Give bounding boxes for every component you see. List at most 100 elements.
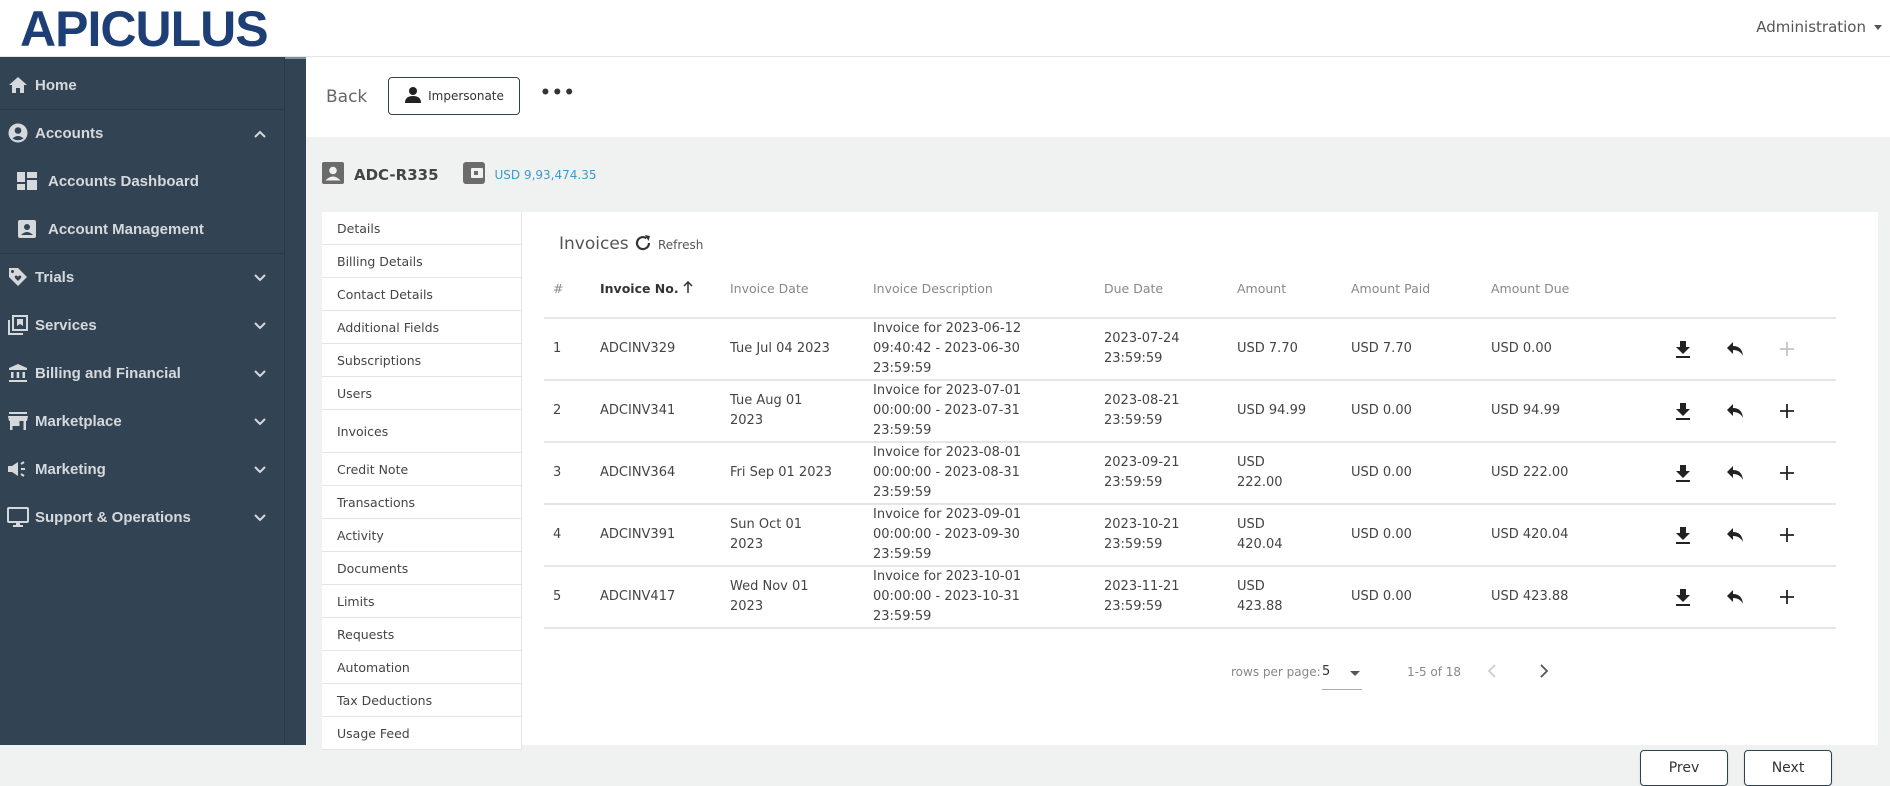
more-options-button[interactable]: ••• [540, 83, 576, 103]
subnav-item-tax-deductions[interactable]: Tax Deductions [322, 684, 521, 717]
download-icon[interactable] [1657, 340, 1709, 358]
amount-due: USD 420.04 [1491, 504, 1631, 567]
sort-ascending-icon [683, 280, 693, 296]
back-link[interactable]: Back [326, 87, 367, 107]
column-header-amount-due[interactable]: Amount Due [1491, 260, 1631, 319]
row-actions [1631, 318, 1836, 381]
home-icon [7, 74, 29, 96]
pagination: rows per page: 5 1-5 of 18 [522, 660, 1878, 690]
sidebar-item-accounts-dashboard[interactable]: Accounts Dashboard [0, 157, 284, 205]
sidebar-item-billing-and-financial[interactable]: Billing and Financial [0, 349, 284, 397]
invoice-date: Sun Oct 01 2023 [730, 504, 873, 567]
subnav-item-credit-note[interactable]: Credit Note [322, 453, 521, 486]
column-header-amount-paid[interactable]: Amount Paid [1351, 260, 1491, 319]
next-button[interactable]: Next [1744, 750, 1832, 786]
download-icon[interactable] [1657, 464, 1709, 482]
amount-due: USD 423.88 [1491, 566, 1631, 629]
column-header-invoice-description[interactable]: Invoice Description [873, 260, 1104, 319]
sidebar-item-label: Trials [35, 268, 75, 286]
subnav-item-usage-feed[interactable]: Usage Feed [322, 717, 521, 750]
subnav-item-subscriptions[interactable]: Subscriptions [322, 344, 521, 377]
sidebar-item-services[interactable]: Services [0, 301, 284, 349]
invoice-number: ADCINV341 [600, 380, 730, 443]
add-icon[interactable] [1761, 589, 1813, 605]
table-row: 3 ADCINV364 Fri Sep 01 2023 Invoice for 202… [544, 442, 1836, 505]
due-date: 2023-10-21 23:59:59 [1104, 504, 1237, 567]
reply-icon[interactable] [1709, 527, 1761, 543]
amount: USD 222.00 [1237, 442, 1351, 505]
prev-button[interactable]: Prev [1640, 750, 1728, 786]
subnav-item-contact-details[interactable]: Contact Details [322, 278, 521, 311]
monitor-icon [7, 506, 29, 528]
subnav-item-invoices[interactable]: Invoices [322, 410, 521, 453]
download-icon[interactable] [1657, 588, 1709, 606]
row-number: 3 [544, 442, 600, 505]
column-header-invoice-no[interactable]: Invoice No. [600, 260, 730, 319]
invoice-number: ADCINV329 [600, 318, 730, 381]
chevron-down-icon [254, 317, 266, 334]
subnav-item-transactions[interactable]: Transactions [322, 486, 521, 519]
download-icon[interactable] [1657, 526, 1709, 544]
amount-due: USD 222.00 [1491, 442, 1631, 505]
row-actions [1631, 380, 1836, 443]
subnav-item-automation[interactable]: Automation [322, 651, 521, 684]
chevron-up-icon [254, 125, 266, 142]
sidebar-item-support-operations[interactable]: Support & Operations [0, 493, 284, 541]
sidebar-scroll-indicator[interactable] [285, 57, 306, 59]
sidebar-item-home[interactable]: Home [0, 61, 284, 109]
add-icon[interactable] [1761, 403, 1813, 419]
reply-icon[interactable] [1709, 465, 1761, 481]
download-icon[interactable] [1657, 402, 1709, 420]
refresh-button[interactable]: Refresh [634, 234, 703, 255]
amount: USD 94.99 [1237, 380, 1351, 443]
subnav-item-limits[interactable]: Limits [322, 585, 521, 618]
amount-paid: USD 0.00 [1351, 504, 1491, 567]
invoices-table: # Invoice No. Invoice Date Invoice Descr… [544, 260, 1836, 629]
logo[interactable]: APICULUS [20, 4, 269, 54]
subnav-item-details[interactable]: Details [322, 212, 521, 245]
invoice-date: Tue Aug 01 2023 [730, 380, 873, 443]
sidebar-item-label: Marketing [35, 460, 106, 478]
sidebar-item-account-management[interactable]: Account Management [0, 205, 284, 253]
subnav-item-activity[interactable]: Activity [322, 519, 521, 552]
chevron-down-icon [254, 269, 266, 286]
next-page-button[interactable] [1539, 662, 1549, 683]
sidebar-item-label: Support & Operations [35, 508, 191, 526]
reply-icon[interactable] [1709, 589, 1761, 605]
column-header-invoice-date[interactable]: Invoice Date [730, 260, 873, 319]
subnav-item-users[interactable]: Users [322, 377, 521, 410]
administration-menu[interactable]: Administration [1756, 18, 1882, 36]
column-header-amount[interactable]: Amount [1237, 260, 1351, 319]
rows-per-page-select[interactable]: 5 [1322, 660, 1362, 690]
subnav-item-additional-fields[interactable]: Additional Fields [322, 311, 521, 344]
add-icon[interactable] [1761, 465, 1813, 481]
sidebar-item-marketing[interactable]: Marketing [0, 445, 284, 493]
sidebar-item-label: Billing and Financial [35, 364, 181, 382]
wallet-icon [462, 162, 485, 188]
row-actions [1631, 566, 1836, 629]
due-date: 2023-08-21 23:59:59 [1104, 380, 1237, 443]
rows-per-page-value: 5 [1322, 664, 1331, 679]
subnav-item-requests[interactable]: Requests [322, 618, 521, 651]
impersonate-button[interactable]: Impersonate [388, 77, 520, 115]
column-header-due-date[interactable]: Due Date [1104, 260, 1237, 319]
column-header-number: # [544, 260, 600, 319]
previous-page-button[interactable] [1487, 662, 1497, 683]
sidebar-item-marketplace[interactable]: Marketplace [0, 397, 284, 445]
subnav-item-billing-details[interactable]: Billing Details [322, 245, 521, 278]
table-row: 5 ADCINV417 Wed Nov 01 2023 Invoice for 202… [544, 566, 1836, 629]
amount-paid: USD 0.00 [1351, 442, 1491, 505]
reply-icon[interactable] [1709, 403, 1761, 419]
invoice-number: ADCINV364 [600, 442, 730, 505]
column-header-actions [1631, 260, 1836, 319]
amount-paid: USD 0.00 [1351, 566, 1491, 629]
account-box-icon [16, 218, 38, 240]
administration-label: Administration [1756, 18, 1866, 36]
row-number: 5 [544, 566, 600, 629]
sidebar-item-accounts[interactable]: Accounts [0, 109, 284, 157]
subnav-item-documents[interactable]: Documents [322, 552, 521, 585]
reply-icon[interactable] [1709, 341, 1761, 357]
table-row: 2 ADCINV341 Tue Aug 01 2023 Invoice for 202… [544, 380, 1836, 443]
sidebar-item-trials[interactable]: Trials [0, 253, 284, 301]
add-icon[interactable] [1761, 527, 1813, 543]
